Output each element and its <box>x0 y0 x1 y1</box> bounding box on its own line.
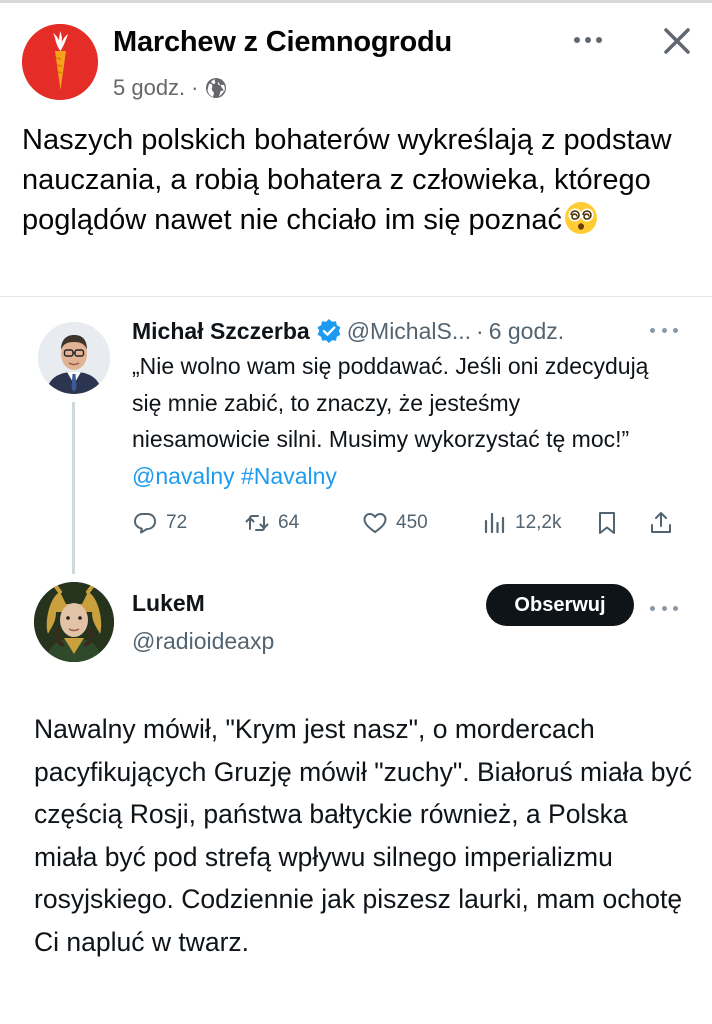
share-button[interactable] <box>648 508 674 538</box>
hashtag-link[interactable]: #Navalny <box>241 463 337 489</box>
bookmark-icon <box>599 512 615 534</box>
views-count: 12,2k <box>515 512 562 533</box>
author-handle[interactable]: @radioideaxp <box>132 628 274 655</box>
globe-icon <box>205 78 226 98</box>
author-avatar[interactable] <box>38 322 110 394</box>
top-divider <box>0 0 712 3</box>
views-button[interactable]: 12,2k <box>481 508 561 538</box>
retweet-count: 64 <box>278 512 300 533</box>
author-name[interactable]: LukeM <box>132 590 205 617</box>
tweet-text: „Nie wolno wam się poddawać. Jeśli oni z… <box>132 348 662 494</box>
mention-link[interactable]: @navalny <box>132 463 235 489</box>
reply-button[interactable]: 72 <box>132 508 187 538</box>
post-text: Naszych polskich bohaterów wykreślają z … <box>22 120 694 240</box>
more-options-icon[interactable] <box>650 600 678 616</box>
retweet-icon <box>245 515 269 531</box>
tweet-text: Nawalny mówił, "Krym jest nasz", o morde… <box>34 714 692 957</box>
more-options-icon[interactable] <box>568 28 608 52</box>
post-time[interactable]: 5 godz. <box>113 75 185 101</box>
like-count: 450 <box>396 512 428 533</box>
tweet-actions: 72 64 450 12,2k <box>132 508 677 538</box>
person-photo-icon <box>38 322 110 394</box>
retweet-button[interactable]: 64 <box>244 508 299 538</box>
verified-badge-icon <box>317 319 341 343</box>
tweet-time[interactable]: 6 godz. <box>489 318 564 345</box>
post-meta: 5 godz. · <box>113 74 227 102</box>
author-avatar[interactable] <box>34 582 114 662</box>
close-icon[interactable] <box>660 24 694 58</box>
heart-icon <box>363 513 387 533</box>
reply-count: 72 <box>166 512 188 533</box>
page-name[interactable]: Marchew z Ciemnogrodu <box>113 26 452 59</box>
header-separator: · <box>476 317 484 344</box>
dizzy-face-emoji-icon <box>565 202 598 234</box>
bookmark-button[interactable] <box>594 508 620 538</box>
share-icon <box>651 512 671 533</box>
person-photo-icon <box>34 582 114 662</box>
screenshot: Marchew z Ciemnogrodu 5 godz. · Naszych … <box>0 0 712 1024</box>
author-name[interactable]: Michał Szczerba <box>132 318 310 345</box>
thread-connector <box>72 402 75 574</box>
page-avatar[interactable] <box>22 24 98 100</box>
author-handle[interactable]: @MichalS... <box>347 318 471 345</box>
more-options-icon[interactable] <box>650 322 678 338</box>
reply-icon <box>134 513 156 534</box>
tweet-header: Michał Szczerba @MichalS... · 6 godz. <box>132 314 564 348</box>
meta-separator: · <box>191 75 199 100</box>
like-button[interactable]: 450 <box>362 508 428 538</box>
carrot-logo-icon <box>22 24 98 100</box>
post-divider <box>0 296 712 297</box>
follow-button[interactable]: Obserwuj <box>486 584 634 626</box>
tweet-quote: „Nie wolno wam się poddawać. Jeśli oni z… <box>132 353 649 452</box>
views-chart-icon <box>484 512 505 534</box>
